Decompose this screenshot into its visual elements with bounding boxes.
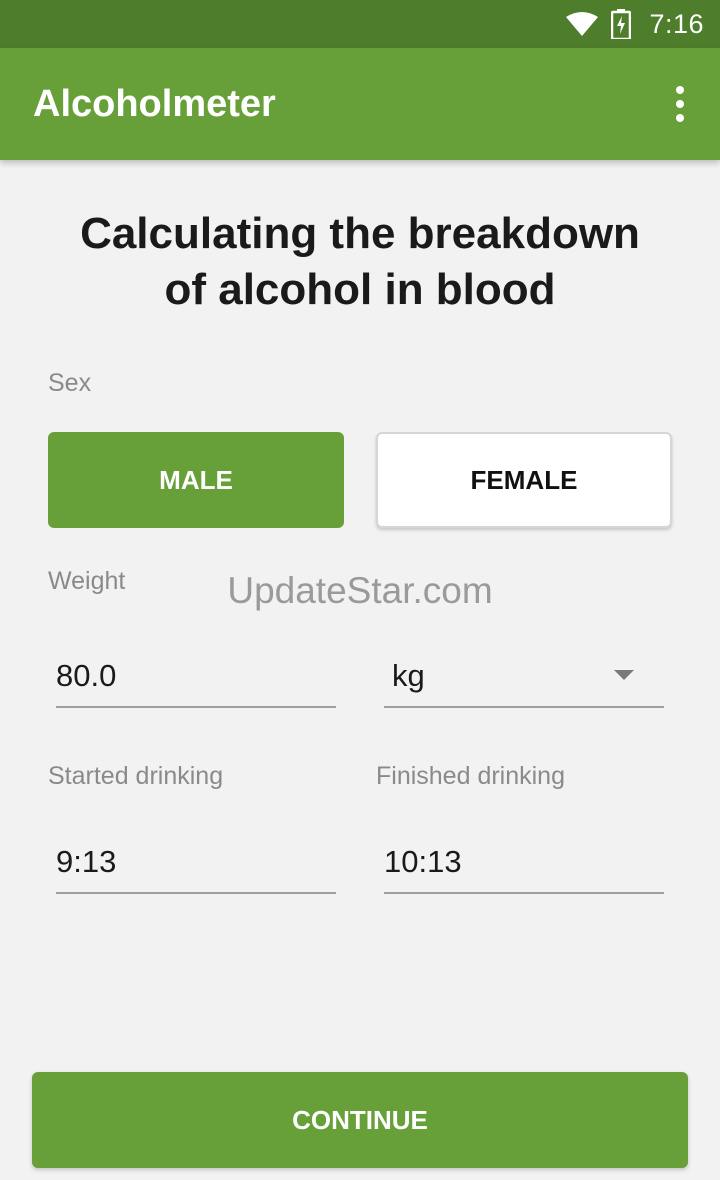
page-heading: Calculating the breakdown of alcohol in … — [40, 206, 680, 318]
app-bar: Alcoholmeter — [0, 48, 720, 160]
status-icons: 7:16 — [565, 8, 704, 40]
menu-dot — [676, 86, 684, 94]
male-button[interactable]: MALE — [48, 432, 344, 528]
dropdown-arrow-icon — [614, 670, 634, 680]
weight-value: 80.0 — [56, 658, 117, 693]
menu-dot — [676, 114, 684, 122]
started-drinking-label: Started drinking — [48, 762, 224, 790]
unit-value: kg — [392, 658, 425, 693]
heading-line-2: of alcohol in blood — [164, 265, 556, 314]
more-vert-icon[interactable] — [670, 86, 690, 122]
female-button[interactable]: FEMALE — [376, 432, 672, 528]
heading-line-1: Calculating the breakdown — [80, 209, 640, 258]
sex-label: Sex — [48, 369, 92, 397]
finished-drinking-value: 10:13 — [384, 844, 462, 879]
app-title: Alcoholmeter — [33, 83, 276, 125]
finished-drinking-label: Finished drinking — [376, 762, 565, 790]
continue-button[interactable]: CONTINUE — [32, 1072, 688, 1168]
menu-dot — [676, 100, 684, 108]
started-drinking-value: 9:13 — [56, 844, 117, 879]
wifi-icon — [566, 12, 599, 36]
started-drinking-input[interactable]: 9:13 — [56, 842, 336, 894]
status-time: 7:16 — [649, 8, 704, 39]
finished-drinking-input[interactable]: 10:13 — [384, 842, 664, 894]
status-bar: 7:16 — [0, 0, 720, 48]
watermark: UpdateStar.com — [227, 570, 493, 611]
weight-input[interactable]: 80.0 — [56, 656, 336, 708]
battery-charging-icon — [611, 9, 632, 39]
unit-dropdown[interactable]: kg — [384, 656, 664, 708]
